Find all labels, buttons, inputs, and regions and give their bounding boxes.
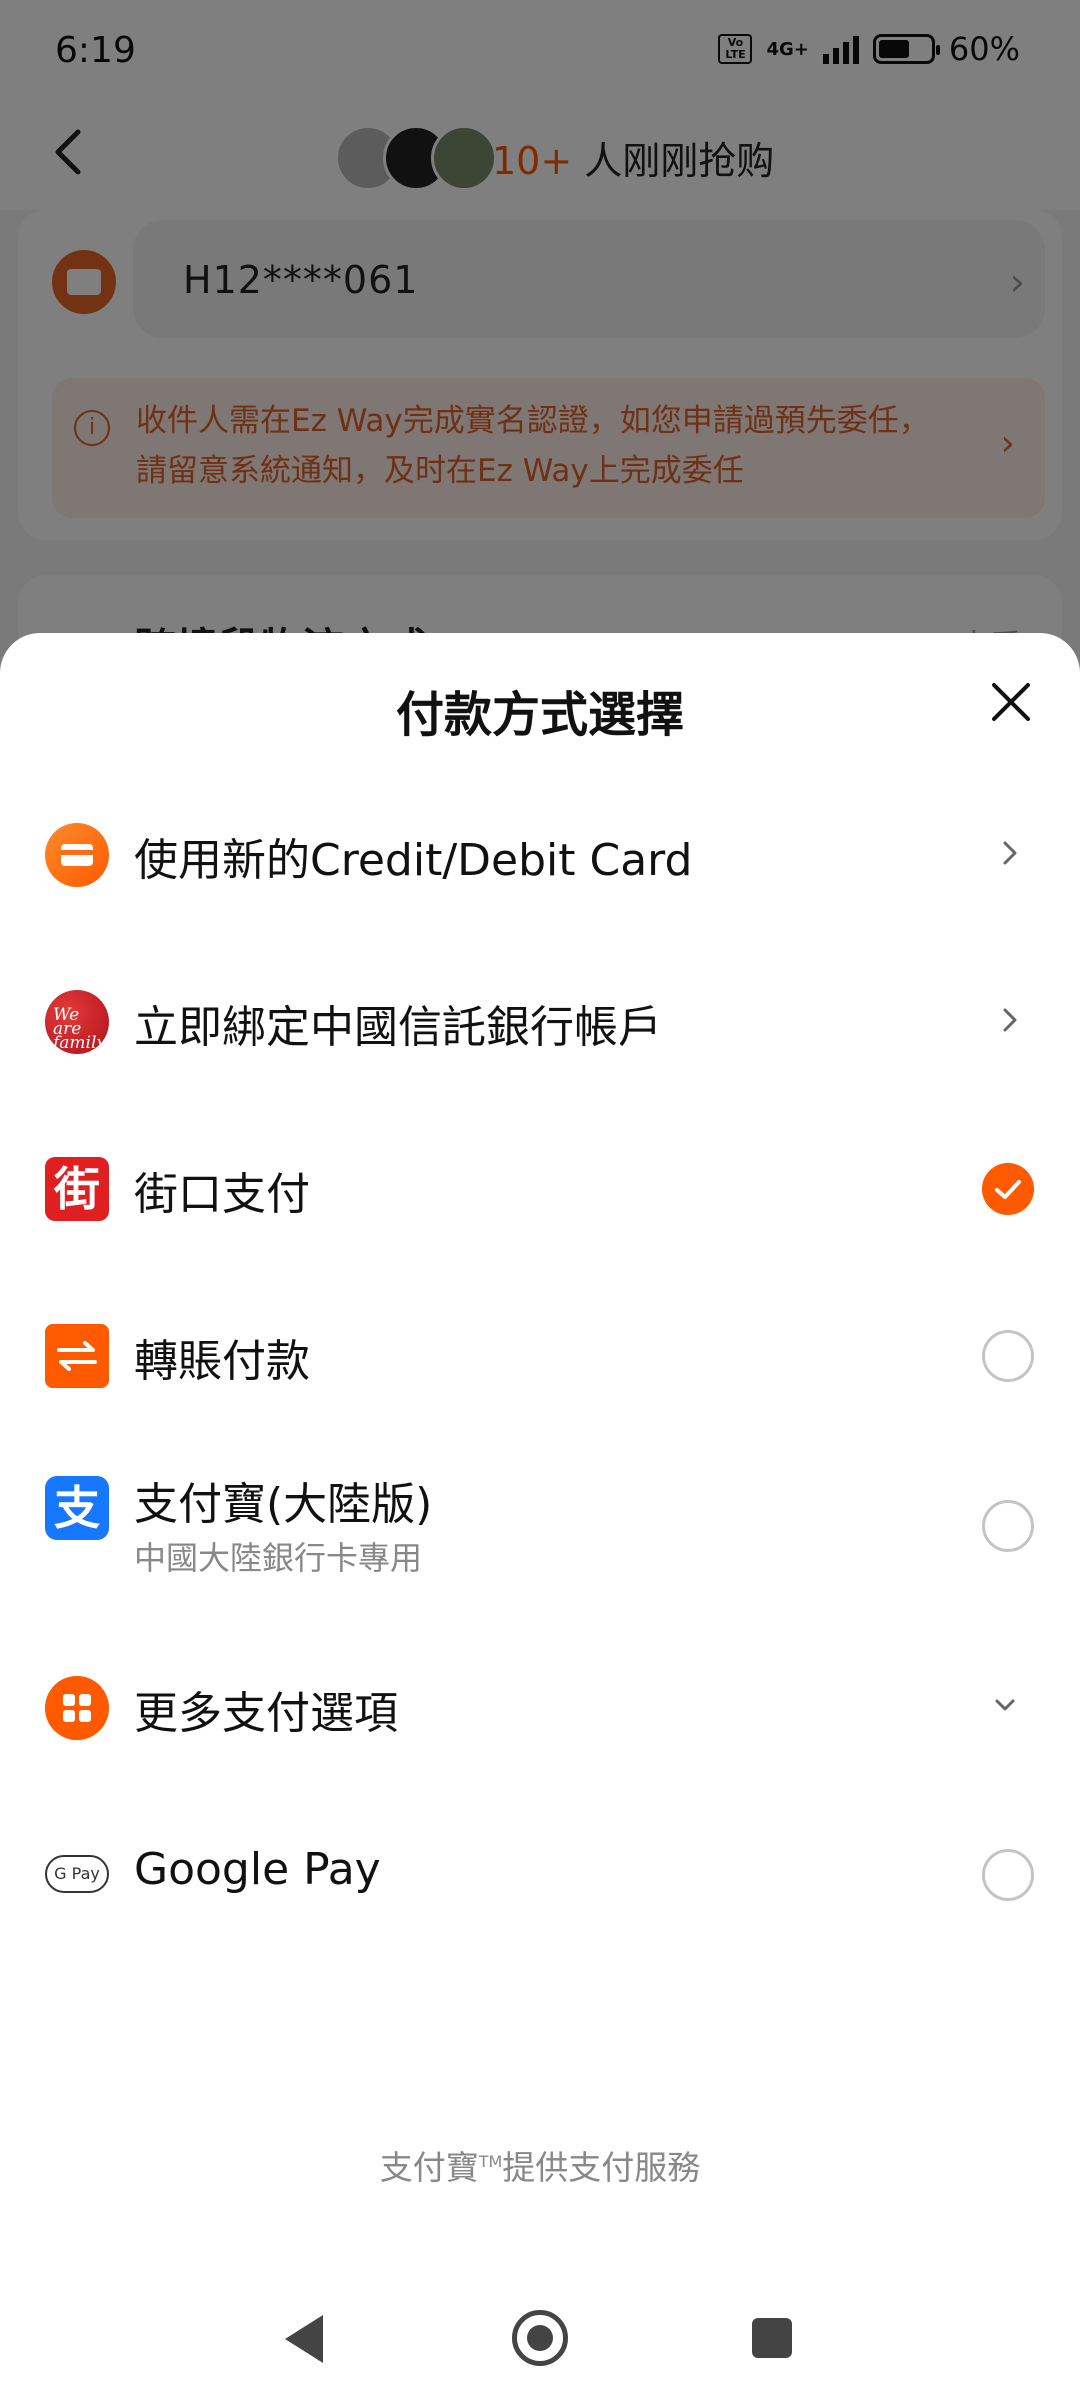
more-options-icon — [45, 1676, 109, 1740]
nav-recents-icon[interactable] — [752, 2318, 792, 2358]
radio-button[interactable] — [982, 1849, 1034, 1901]
transfer-icon — [45, 1324, 109, 1388]
payment-option-alipay[interactable]: 支 支付寶(大陸版) 中國大陸銀行卡專用 — [0, 1448, 1080, 1628]
nav-home-icon[interactable] — [512, 2310, 568, 2366]
footer-brand: 支付寶 — [379, 2148, 479, 2187]
trademark-mark: TM — [478, 2152, 503, 2171]
option-label: 使用新的Credit/Debit Card — [134, 835, 693, 886]
payment-option-ctbc-bank[interactable]: We are family 立即綁定中國信託銀行帳戶 — [0, 947, 1080, 1097]
ctbc-bank-icon: We are family — [45, 990, 109, 1054]
jko-pay-icon: 街 — [45, 1157, 109, 1221]
payment-method-sheet: 付款方式選擇 使用新的Credit/Debit Card We are fami… — [0, 633, 1080, 2400]
radio-button[interactable] — [982, 1500, 1034, 1552]
option-label: Google Pay — [134, 1844, 381, 1895]
footer-text: 提供支付服務 — [502, 2148, 701, 2187]
payment-option-google-pay[interactable]: G Pay Google Pay — [0, 1800, 1080, 1950]
option-label: 街口支付 — [134, 1169, 310, 1220]
radio-button[interactable] — [982, 1330, 1034, 1382]
option-label: 支付寶(大陸版) — [134, 1479, 433, 1530]
system-nav-bar — [0, 2280, 1080, 2400]
payment-option-transfer[interactable]: 轉賬付款 — [0, 1281, 1080, 1431]
chevron-down-icon — [995, 1699, 1015, 1711]
chevron-right-icon — [1003, 1008, 1017, 1032]
bank-logo-text: We are family — [53, 1005, 107, 1053]
sheet-title: 付款方式選擇 — [395, 687, 684, 743]
chevron-right-icon — [1003, 841, 1017, 865]
checkmark-selected-icon[interactable] — [982, 1163, 1034, 1215]
option-label: 立即綁定中國信託銀行帳戶 — [134, 1002, 662, 1053]
close-icon[interactable] — [985, 676, 1037, 728]
payment-option-more[interactable]: 更多支付選項 — [0, 1633, 1080, 1783]
credit-card-icon — [45, 823, 109, 887]
option-label: 轉賬付款 — [134, 1336, 310, 1387]
alipay-icon: 支 — [45, 1476, 109, 1540]
nav-back-icon[interactable] — [285, 2315, 323, 2363]
payment-option-jko-pay[interactable]: 街 街口支付 — [0, 1114, 1080, 1264]
alipay-service-note: 支付寶TM提供支付服務 — [0, 2141, 1080, 2189]
payment-option-credit-card[interactable]: 使用新的Credit/Debit Card — [0, 780, 1080, 930]
google-pay-icon: G Pay — [45, 1855, 109, 1893]
option-label: 更多支付選項 — [134, 1688, 398, 1739]
option-sublabel: 中國大陸銀行卡專用 — [134, 1539, 423, 1577]
